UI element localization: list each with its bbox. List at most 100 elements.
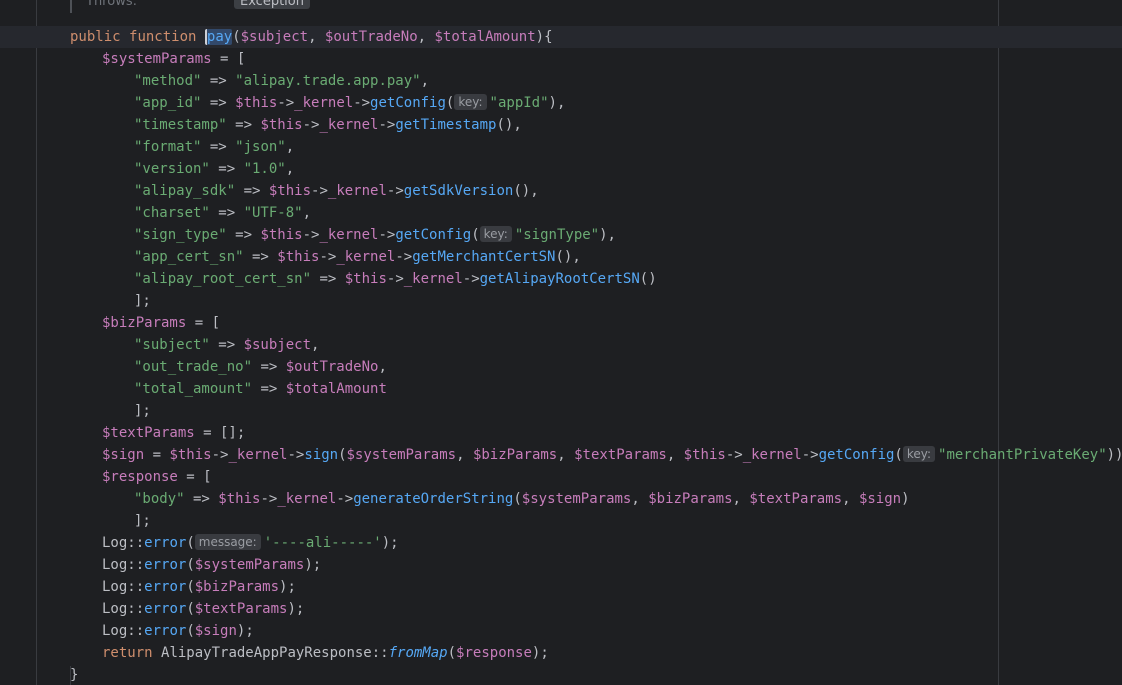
code-line[interactable]: "subject" => $subject, — [0, 334, 1122, 356]
code-line[interactable]: "total_amount" => $totalAmount — [0, 378, 1122, 400]
code-line-text: "version" => "1.0", — [134, 158, 294, 180]
code-line[interactable]: ]; — [0, 400, 1122, 422]
current-code-line[interactable]: public function pay($subject, $outTradeN… — [0, 26, 1122, 48]
code-token: => — [201, 139, 236, 155]
string-token: "method" — [134, 73, 202, 89]
code-line[interactable]: $textParams = []; — [0, 422, 1122, 444]
variable-token: $this — [260, 117, 303, 133]
string-token: "signType" — [514, 227, 600, 243]
code-token: , — [732, 491, 750, 507]
doc-throws-type: Exception — [234, 0, 310, 9]
code-line-text: "alipay_sdk" => $this->_kernel->getSdkVe… — [134, 180, 539, 202]
code-editor[interactable]: Throws: Exception public function pay($s… — [0, 0, 1122, 685]
variable-token: $sign — [194, 623, 237, 639]
code-area[interactable]: public function pay($subject, $outTradeN… — [0, 26, 1122, 685]
code-line-text: $response = [ — [102, 466, 212, 488]
code-token: ( — [186, 535, 195, 551]
code-token: :: — [127, 601, 145, 617]
code-token: ( — [447, 645, 457, 661]
code-line[interactable]: $sign = $this->_kernel->sign($systemPara… — [0, 444, 1122, 466]
code-token: :: — [127, 557, 145, 573]
code-token: -> — [378, 117, 396, 133]
code-line[interactable]: Log::error($systemParams); — [0, 554, 1122, 576]
function-token: generateOrderString — [353, 491, 514, 507]
code-line[interactable]: $bizParams = [ — [0, 312, 1122, 334]
code-line[interactable]: Log::error($textParams); — [0, 598, 1122, 620]
string-token: "charset" — [134, 205, 210, 221]
code-line[interactable]: "sign_type" => $this->_kernel->getConfig… — [0, 224, 1122, 246]
code-line[interactable]: "app_id" => $this->_kernel->getConfig(ke… — [0, 92, 1122, 114]
code-token: -> — [287, 447, 305, 463]
function-token: getTimestamp — [395, 117, 497, 133]
doc-comment-throws: Throws: Exception — [70, 0, 770, 13]
code-line[interactable]: "charset" => "UTF-8", — [0, 202, 1122, 224]
keyword-token: public — [70, 29, 121, 45]
code-token: ( — [232, 29, 241, 45]
string-token: "version" — [134, 161, 210, 177]
code-line[interactable]: "method" => "alipay.trade.app.pay", — [0, 70, 1122, 92]
code-line[interactable]: "timestamp" => $this->_kernel->getTimest… — [0, 114, 1122, 136]
string-token: "total_amount" — [134, 381, 253, 397]
code-line[interactable]: "body" => $this->_kernel->generateOrderS… — [0, 488, 1122, 510]
code-token: => — [243, 249, 278, 265]
code-line[interactable]: $response = [ — [0, 466, 1122, 488]
variable-token: $totalAmount — [285, 381, 387, 397]
code-line[interactable]: return AlipayTradeAppPayResponse::fromMa… — [0, 642, 1122, 664]
code-line[interactable]: ]; — [0, 290, 1122, 312]
code-line-text: "alipay_root_cert_sn" => $this->_kernel-… — [134, 268, 657, 290]
code-token: , — [417, 29, 435, 45]
code-token: ); — [279, 579, 296, 595]
code-token: -> — [386, 183, 404, 199]
code-token: -> — [302, 227, 320, 243]
code-token: => — [252, 359, 286, 375]
string-token: "1.0" — [243, 161, 286, 177]
variable-token: $this — [218, 491, 261, 507]
code-token: , — [666, 447, 684, 463]
parameter-hint: key: — [902, 446, 936, 462]
function-token: getMerchantCertSN — [412, 249, 556, 265]
code-token: ), — [599, 227, 616, 243]
function-token: error — [144, 535, 187, 551]
parameter-hint: key: — [454, 94, 487, 110]
code-token: -> — [462, 271, 480, 287]
code-line[interactable]: "out_trade_no" => $outTradeNo, — [0, 356, 1122, 378]
code-line[interactable]: Log::error($bizParams); — [0, 576, 1122, 598]
code-token: ( — [513, 491, 522, 507]
code-token: , — [311, 337, 320, 353]
code-line[interactable]: Log::error($sign); — [0, 620, 1122, 642]
code-token: -> — [211, 447, 229, 463]
code-line[interactable]: Log::error(message: '----ali-----'); — [0, 532, 1122, 554]
code-token: => — [209, 205, 244, 221]
function-token: error — [144, 601, 187, 617]
string-token: "format" — [134, 139, 202, 155]
code-token: , — [285, 139, 295, 155]
variable-token: $this — [277, 249, 320, 265]
code-line[interactable]: "alipay_sdk" => $this->_kernel->getSdkVe… — [0, 180, 1122, 202]
code-line[interactable]: "version" => "1.0", — [0, 158, 1122, 180]
code-line-text: } — [70, 664, 78, 685]
code-line-text: Log::error($bizParams); — [102, 576, 296, 598]
variable-token: $response — [456, 645, 532, 661]
code-token: , — [378, 359, 387, 375]
code-line[interactable]: ]; — [0, 510, 1122, 532]
code-token: ( — [894, 447, 903, 463]
code-token: -> — [395, 249, 413, 265]
variable-token: $this — [683, 447, 726, 463]
code-token: => — [184, 491, 219, 507]
code-line[interactable]: "alipay_root_cert_sn" => $this->_kernel-… — [0, 268, 1122, 290]
string-token: "app_cert_sn" — [134, 249, 244, 265]
doc-comment-bar — [70, 0, 72, 13]
code-line[interactable]: $systemParams = [ — [0, 48, 1122, 70]
code-line-text: "sign_type" => $this->_kernel->getConfig… — [134, 224, 616, 246]
code-token: = [ — [177, 469, 212, 485]
keyword-token: function — [129, 29, 197, 45]
code-line-text: ]; — [134, 290, 151, 312]
code-line[interactable]: "format" => "json", — [0, 136, 1122, 158]
code-line[interactable]: "app_cert_sn" => $this->_kernel->getMerc… — [0, 246, 1122, 268]
code-token: -> — [311, 183, 328, 199]
code-line[interactable]: } — [0, 664, 1122, 685]
code-line-text: "timestamp" => $this->_kernel->getTimest… — [134, 114, 522, 136]
variable-token: $bizParams — [648, 491, 733, 507]
